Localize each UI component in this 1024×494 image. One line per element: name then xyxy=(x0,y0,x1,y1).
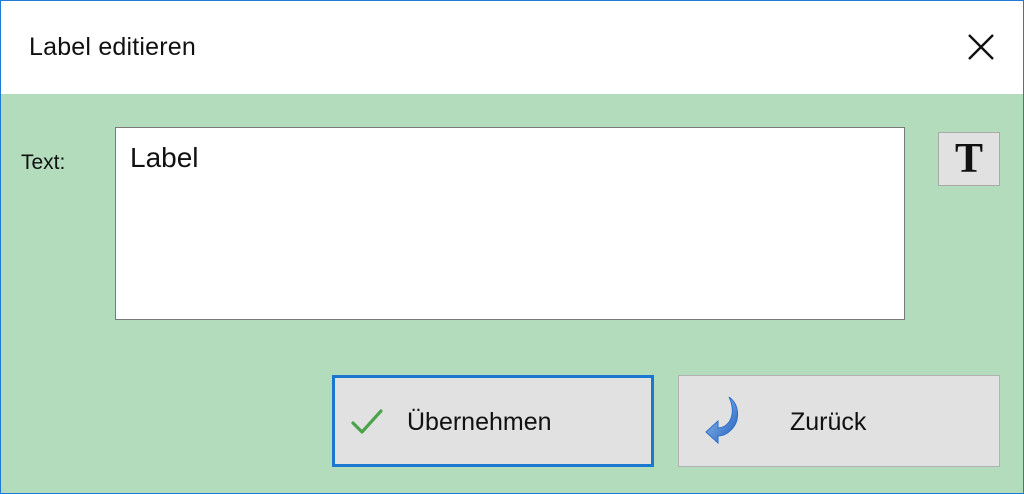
close-button[interactable] xyxy=(957,23,1005,71)
checkmark-icon xyxy=(350,407,384,442)
back-button[interactable]: Zurück xyxy=(678,375,1000,467)
font-icon: T xyxy=(954,136,983,182)
back-button-label: Zurück xyxy=(790,408,867,436)
dialog-window: Label editieren Text: Label T Übernehmen xyxy=(0,0,1024,494)
window-title: Label editieren xyxy=(29,33,197,61)
text-field-label: Text: xyxy=(21,151,66,174)
text-input[interactable]: Label xyxy=(115,127,905,320)
font-button[interactable]: T xyxy=(938,132,1000,186)
close-icon xyxy=(968,34,994,60)
apply-button-label: Übernehmen xyxy=(407,408,552,436)
undo-arrow-icon xyxy=(703,394,747,451)
apply-button[interactable]: Übernehmen xyxy=(332,375,654,467)
title-bar: Label editieren xyxy=(1,1,1023,94)
